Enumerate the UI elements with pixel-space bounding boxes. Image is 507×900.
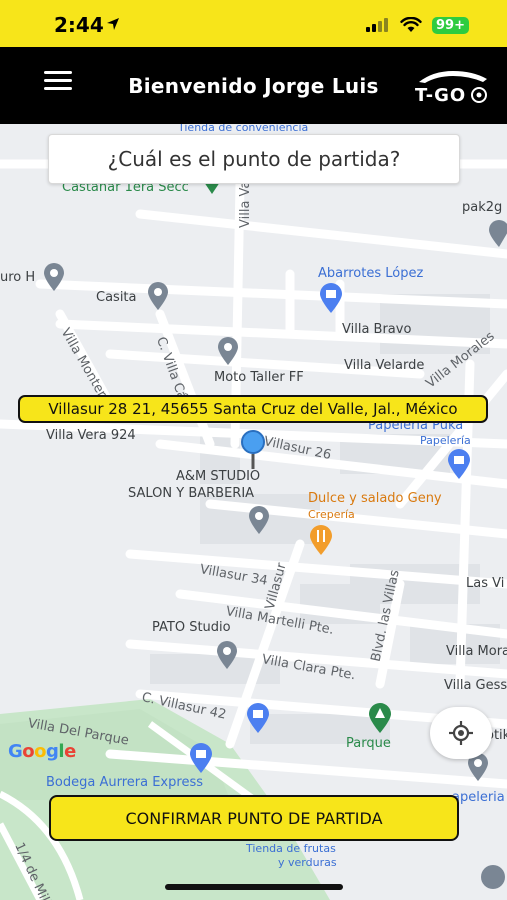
tgo-logo: T-GO — [413, 65, 491, 106]
shop-marker-icon[interactable] — [446, 448, 472, 480]
school-marker-icon[interactable] — [480, 864, 506, 890]
map-label: Dulce y salado Geny — [308, 491, 442, 506]
place-marker-icon[interactable] — [146, 281, 170, 311]
status-time: 2:44 — [54, 13, 104, 37]
map-view[interactable]: Tienda de conveniencia Castañar 1era Sec… — [0, 124, 507, 900]
home-indicator — [165, 884, 343, 890]
wifi-icon — [400, 17, 422, 32]
restaurant-marker-icon[interactable] — [308, 524, 334, 556]
map-label: Villa Mora — [446, 644, 507, 659]
map-label: Bodega Aurrera Express — [46, 775, 203, 790]
place-marker-icon[interactable] — [216, 336, 240, 366]
battery-icon: 99+ — [432, 16, 469, 34]
map-label: Tienda de conveniencia — [178, 124, 309, 134]
selected-address-label: Villasur 28 21, 45655 Santa Cruz del Val… — [18, 395, 488, 423]
map-label: y verduras — [278, 856, 337, 869]
google-letter: o — [22, 741, 35, 762]
crosshair-icon — [449, 721, 473, 745]
location-arrow-icon — [107, 18, 119, 30]
google-letter: g — [46, 741, 59, 762]
map-label: Abarrotes López — [318, 266, 424, 281]
shop-marker-icon[interactable] — [245, 702, 271, 734]
map-label: Tienda de frutas — [246, 842, 336, 855]
map-label: Parque — [346, 736, 391, 751]
app-header: Bienvenido Jorge Luis T-GO — [0, 47, 507, 124]
place-marker-icon[interactable] — [247, 505, 271, 535]
map-label: uro H — [0, 270, 36, 285]
shop-marker-icon[interactable] — [188, 742, 214, 774]
confirm-start-point-button[interactable]: CONFIRMAR PUNTO DE PARTIDA — [49, 795, 459, 841]
map-label: Crepería — [308, 508, 355, 521]
google-letter: o — [34, 741, 47, 762]
starting-point-search[interactable]: ¿Cuál es el punto de partida? — [48, 134, 460, 184]
map-label: Moto Taller FF — [214, 370, 304, 385]
map-label: Villa Vera 924 — [46, 428, 136, 443]
my-location-button[interactable] — [430, 707, 492, 759]
place-marker-icon[interactable] — [488, 220, 507, 248]
place-marker-icon[interactable] — [42, 262, 66, 292]
google-logo: Google — [8, 741, 76, 762]
map-label: PATO Studio — [152, 620, 231, 635]
map-label: Papelería — [420, 434, 471, 447]
map-label: A&M STUDIO — [176, 469, 261, 484]
signal-icon — [366, 18, 389, 32]
map-label: SALON Y BARBERIA — [128, 486, 255, 501]
map-label: Casita — [96, 290, 137, 305]
map-label: pak2g — [462, 200, 503, 215]
status-bar: 2:44 99+ — [0, 0, 507, 47]
place-marker-icon[interactable] — [215, 640, 239, 670]
map-label: Villa Velarde — [344, 358, 425, 373]
map-label: Villa Bravo — [342, 322, 412, 337]
google-letter: e — [64, 741, 76, 762]
status-icons: 99+ — [366, 14, 469, 36]
google-letter: G — [8, 741, 23, 762]
logo-text: T-GO — [415, 85, 467, 106]
map-label: apeleria C — [452, 790, 507, 805]
map-label: Villa Gesse — [444, 678, 507, 693]
shop-marker-icon[interactable] — [318, 282, 344, 314]
park-marker-icon[interactable] — [367, 702, 393, 734]
map-label: Las Vi — [466, 576, 505, 591]
